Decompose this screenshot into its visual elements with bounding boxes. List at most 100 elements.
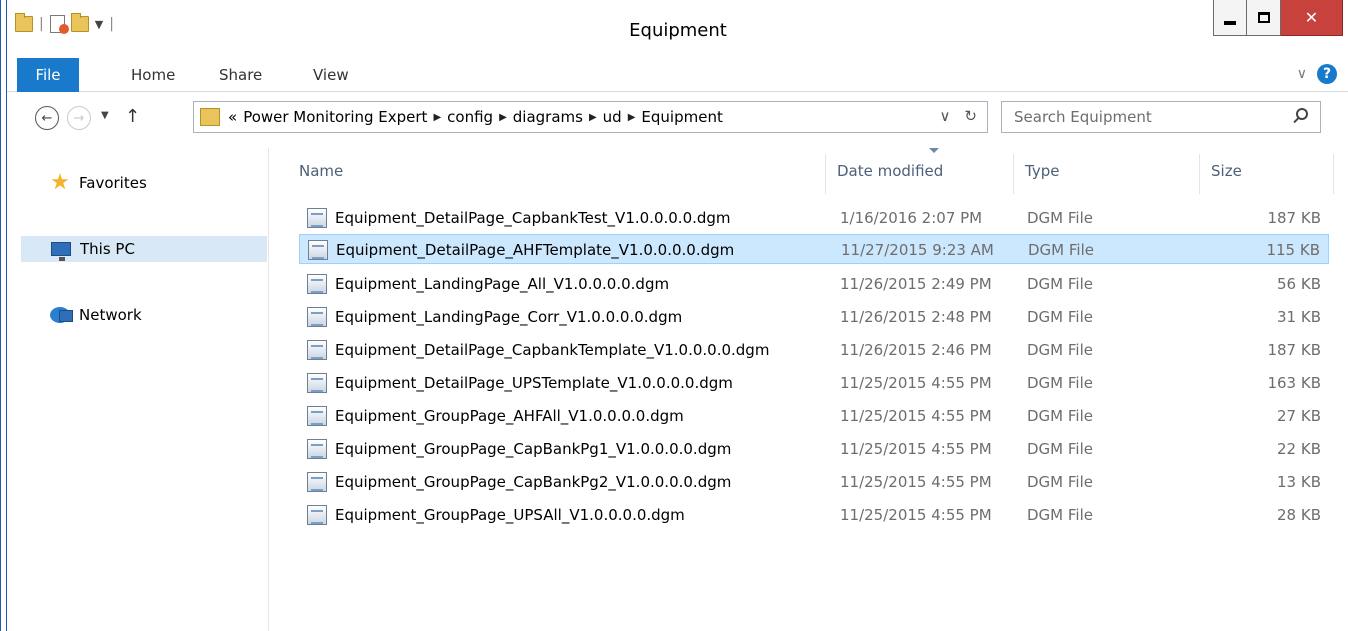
dgm-file-icon xyxy=(307,472,327,492)
breadcrumb: « Power Monitoring Expert ▶ config ▶ dia… xyxy=(228,108,723,126)
tab-share[interactable]: Share xyxy=(219,58,262,92)
file-row[interactable]: Equipment_DetailPage_CapbankTemplate_V1.… xyxy=(299,335,1329,365)
breadcrumb-item[interactable]: Power Monitoring Expert xyxy=(243,108,427,126)
column-divider[interactable] xyxy=(825,154,826,194)
file-date: 11/25/2015 4:55 PM xyxy=(840,374,992,392)
file-date: 1/16/2016 2:07 PM xyxy=(840,209,983,227)
tab-view[interactable]: View xyxy=(313,58,349,92)
nav-item-favorites[interactable]: ★ Favorites xyxy=(21,170,267,196)
back-button[interactable]: ← xyxy=(35,106,59,130)
navigation-pane: ★ Favorites This PC Network xyxy=(7,148,269,631)
ribbon-tabs: File Home Share View ∨ ? xyxy=(7,58,1348,92)
chevron-right-icon[interactable]: ▶ xyxy=(628,112,636,123)
tab-home[interactable]: Home xyxy=(131,58,175,92)
column-divider[interactable] xyxy=(1013,154,1014,194)
file-row[interactable]: Equipment_DetailPage_UPSTemplate_V1.0.0.… xyxy=(299,368,1329,398)
breadcrumb-item[interactable]: Equipment xyxy=(641,108,722,126)
recent-locations-chevron-icon[interactable]: ▼ xyxy=(101,110,109,121)
folder-icon xyxy=(200,108,220,126)
nav-item-network[interactable]: Network xyxy=(21,302,267,328)
file-type: DGM File xyxy=(1027,209,1093,227)
window-controls: ✕ xyxy=(1213,0,1343,36)
tab-file[interactable]: File xyxy=(17,58,79,92)
search-input[interactable]: Search Equipment xyxy=(1001,101,1321,133)
file-name: Equipment_DetailPage_CapbankTemplate_V1.… xyxy=(335,341,770,359)
file-type: DGM File xyxy=(1028,241,1094,259)
breadcrumb-overflow[interactable]: « xyxy=(228,108,237,126)
column-header-size[interactable]: Size xyxy=(1211,162,1242,180)
address-dropdown-icon[interactable]: ∨ xyxy=(939,107,950,125)
column-header-type[interactable]: Type xyxy=(1025,162,1059,180)
window-title: Equipment xyxy=(629,20,727,41)
file-row[interactable]: Equipment_GroupPage_CapBankPg2_V1.0.0.0.… xyxy=(299,467,1329,497)
column-divider[interactable] xyxy=(1333,154,1334,194)
title-bar[interactable]: | ▼ | Equipment ✕ xyxy=(7,0,1348,58)
column-divider[interactable] xyxy=(1199,154,1200,194)
file-date: 11/25/2015 4:55 PM xyxy=(840,506,992,524)
file-name: Equipment_DetailPage_AHFTemplate_V1.0.0.… xyxy=(336,241,735,259)
chevron-right-icon[interactable]: ▶ xyxy=(499,112,507,123)
file-type: DGM File xyxy=(1027,506,1093,524)
explorer-window: | ▼ | Equipment ✕ File Home Share View ∨… xyxy=(6,0,1348,631)
breadcrumb-item[interactable]: ud xyxy=(603,108,622,126)
file-type: DGM File xyxy=(1027,440,1093,458)
file-row[interactable]: Equipment_GroupPage_UPSAll_V1.0.0.0.0.dg… xyxy=(299,500,1329,530)
file-name: Equipment_GroupPage_UPSAll_V1.0.0.0.0.dg… xyxy=(335,506,685,524)
close-button[interactable]: ✕ xyxy=(1281,0,1343,36)
up-arrow-icon[interactable]: ↑ xyxy=(125,106,140,127)
file-type: DGM File xyxy=(1027,374,1093,392)
maximize-icon xyxy=(1257,12,1270,23)
file-size: 28 KB xyxy=(1277,506,1321,524)
window-edge xyxy=(0,0,1,631)
refresh-icon[interactable]: ↻ xyxy=(964,107,977,125)
minimize-icon xyxy=(1224,20,1236,25)
maximize-button[interactable] xyxy=(1247,0,1281,36)
nav-item-this-pc[interactable]: This PC xyxy=(21,236,267,262)
file-row[interactable]: Equipment_GroupPage_AHFAll_V1.0.0.0.0.dg… xyxy=(299,401,1329,431)
file-size: 187 KB xyxy=(1267,341,1321,359)
file-size: 27 KB xyxy=(1277,407,1321,425)
minimize-button[interactable] xyxy=(1213,0,1247,36)
forward-arrow-icon: → xyxy=(73,110,85,126)
nav-item-label: Network xyxy=(79,306,142,324)
file-row[interactable]: Equipment_LandingPage_Corr_V1.0.0.0.0.dg… xyxy=(299,302,1329,332)
file-row[interactable]: Equipment_GroupPage_CapBankPg1_V1.0.0.0.… xyxy=(299,434,1329,464)
file-row[interactable]: Equipment_LandingPage_All_V1.0.0.0.0.dgm… xyxy=(299,269,1329,299)
dgm-file-icon xyxy=(307,439,327,459)
file-type: DGM File xyxy=(1027,341,1093,359)
expand-ribbon-icon[interactable]: ∨ xyxy=(1297,66,1307,82)
dgm-file-icon xyxy=(307,307,327,327)
chevron-right-icon[interactable]: ▶ xyxy=(433,112,441,123)
forward-button[interactable]: → xyxy=(67,106,91,130)
dgm-file-icon xyxy=(307,274,327,294)
help-icon[interactable]: ? xyxy=(1317,64,1337,84)
breadcrumb-item[interactable]: config xyxy=(447,108,493,126)
file-size: 115 KB xyxy=(1266,241,1320,259)
dgm-file-icon xyxy=(307,208,327,228)
back-arrow-icon: ← xyxy=(41,110,53,126)
file-date: 11/26/2015 2:48 PM xyxy=(840,308,992,326)
address-tools: ∨ ↻ xyxy=(939,107,977,125)
file-date: 11/26/2015 2:46 PM xyxy=(840,341,992,359)
close-icon: ✕ xyxy=(1304,8,1319,27)
column-header-name[interactable]: Name xyxy=(299,162,343,180)
file-type: DGM File xyxy=(1027,275,1093,293)
file-date: 11/25/2015 4:55 PM xyxy=(840,407,992,425)
file-row[interactable]: Equipment_DetailPage_CapbankTest_V1.0.0.… xyxy=(299,203,1329,233)
column-header-date[interactable]: Date modified xyxy=(837,162,943,180)
breadcrumb-item[interactable]: diagrams xyxy=(513,108,583,126)
search-icon[interactable] xyxy=(1296,108,1308,120)
chevron-right-icon[interactable]: ▶ xyxy=(589,112,597,123)
star-icon: ★ xyxy=(50,170,70,195)
sort-descending-icon xyxy=(929,148,939,153)
file-list: Name Date modified Type Size Equipment_D… xyxy=(277,148,1337,631)
computer-icon xyxy=(50,240,72,261)
file-row-selected[interactable]: Equipment_DetailPage_AHFTemplate_V1.0.0.… xyxy=(299,234,1329,264)
file-size: 13 KB xyxy=(1277,473,1321,491)
dgm-file-icon xyxy=(307,406,327,426)
file-date: 11/27/2015 9:23 AM xyxy=(841,241,994,259)
address-bar[interactable]: « Power Monitoring Expert ▶ config ▶ dia… xyxy=(193,101,988,133)
column-headers: Name Date modified Type Size xyxy=(277,148,1335,194)
file-date: 11/25/2015 4:55 PM xyxy=(840,473,992,491)
file-name: Equipment_GroupPage_CapBankPg1_V1.0.0.0.… xyxy=(335,440,732,458)
